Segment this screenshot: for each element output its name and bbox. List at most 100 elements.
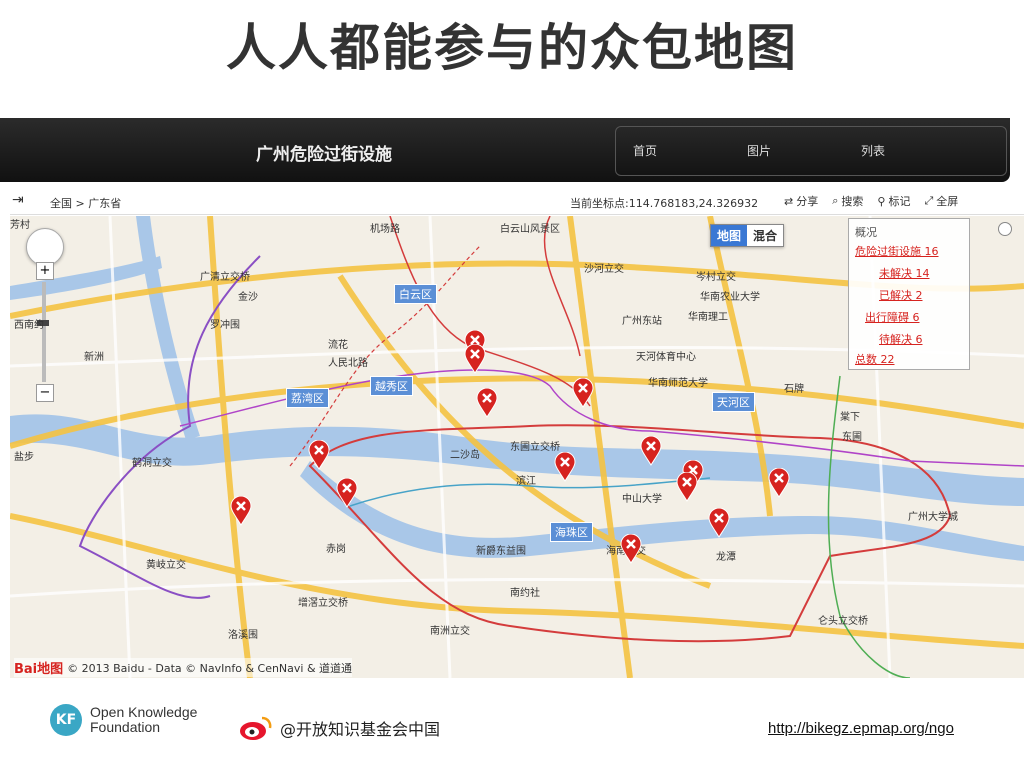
map-tools: ⇄ 分享 ⌕ 搜索 ⚲ 标记 ⤢ 全屏 <box>784 193 958 209</box>
place-label: 华南理工 <box>688 312 728 323</box>
place-label: 新洲 <box>84 352 104 363</box>
place-label: 东圃 <box>842 432 862 443</box>
hazard-marker-icon[interactable] <box>768 468 790 498</box>
place-label: 增滘立交桥 <box>298 598 348 609</box>
place-label: 黄岐立交 <box>146 560 186 571</box>
hazard-marker-icon[interactable] <box>464 344 486 374</box>
search-button[interactable]: ⌕ 搜索 <box>832 193 863 209</box>
map-canvas[interactable]: + − 地图 混合 概况 危险过街设施 16 未解决 14 已解决 2 出行障碍… <box>10 216 1024 678</box>
search-icon: ⌕ <box>832 194 839 207</box>
place-label: 鹤洞立交 <box>132 458 172 469</box>
place-label: 机场路 <box>370 224 400 235</box>
district-label: 白云区 <box>394 284 437 304</box>
coordinate-readout: 当前坐标点:114.768183,24.326932 <box>570 197 759 210</box>
place-label: 赤岗 <box>326 544 346 555</box>
place-label: 东圃立交桥 <box>510 442 560 453</box>
place-label: 龙潭 <box>716 552 736 563</box>
overview-item-unsolved[interactable]: 未解决 14 <box>879 265 930 281</box>
place-label: 新爵东益围 <box>476 546 526 557</box>
share-button[interactable]: ⇄ 分享 <box>784 193 818 209</box>
place-label: 岑村立交 <box>696 272 736 283</box>
nav-link-images[interactable]: 图片 <box>702 142 816 159</box>
map-type-hybrid-button[interactable]: 混合 <box>747 225 784 246</box>
place-label: 华南农业大学 <box>700 292 760 303</box>
hazard-marker-icon[interactable] <box>230 496 252 526</box>
breadcrumb[interactable]: 全国 > 广东省 <box>50 195 121 211</box>
hazard-marker-icon[interactable] <box>336 478 358 508</box>
place-label: 白云山风景区 <box>500 224 560 235</box>
place-label: 棠下 <box>840 412 860 423</box>
overview-item-total[interactable]: 总数 22 <box>855 351 895 367</box>
copyright-text: © 2013 Baidu - Data © NavInfo & CenNavi … <box>67 661 353 675</box>
place-label: 罗冲围 <box>210 320 240 331</box>
hazard-marker-icon[interactable] <box>620 534 642 564</box>
district-label: 天河区 <box>712 392 755 412</box>
place-label: 二沙岛 <box>450 450 480 461</box>
place-label: 华南师范大学 <box>648 378 708 389</box>
place-label: 南洲立交 <box>430 626 470 637</box>
mark-label: 标记 <box>888 195 911 208</box>
search-label: 搜索 <box>841 195 864 208</box>
overview-collapse-icon[interactable] <box>998 222 1012 236</box>
okf-name-line1: Open Knowledge <box>90 704 198 720</box>
okf-name-line2: Foundation <box>90 719 161 735</box>
nav-link-list[interactable]: 列表 <box>816 142 930 159</box>
place-label: 石牌 <box>784 384 804 395</box>
okf-name: Open Knowledge Foundation <box>90 705 197 735</box>
hazard-marker-icon[interactable] <box>708 508 730 538</box>
hazard-marker-icon[interactable] <box>476 388 498 418</box>
place-label: 仑头立交桥 <box>818 616 868 627</box>
place-label: 人民北路 <box>328 358 368 369</box>
zoom-control: + − <box>36 262 54 402</box>
place-label: 盐步 <box>14 452 34 463</box>
fullscreen-icon: ⤢ <box>924 194 934 207</box>
place-label: 洛溪围 <box>228 630 258 641</box>
zoom-in-button[interactable]: + <box>36 262 54 280</box>
nav-links: 首页 图片 列表 <box>588 142 930 159</box>
place-label: 滨江 <box>516 476 536 487</box>
overview-item-pending[interactable]: 待解决 6 <box>879 331 923 347</box>
share-icon: ⇄ <box>784 194 794 208</box>
zoom-slider[interactable] <box>37 282 49 382</box>
place-label: 中山大学 <box>622 494 662 505</box>
nav-link-home[interactable]: 首页 <box>588 142 702 159</box>
pin-icon: ⚲ <box>877 194 886 208</box>
place-label: 芳村 <box>10 220 30 231</box>
collapse-arrow-icon[interactable]: ⇥ <box>12 192 24 208</box>
hazard-marker-icon[interactable] <box>572 378 594 408</box>
map-copyright: Bai地图 © 2013 Baidu - Data © NavInfo & Ce… <box>14 658 353 677</box>
map-type-map-button[interactable]: 地图 <box>711 225 748 246</box>
overview-panel: 概况 危险过街设施 16 未解决 14 已解决 2 出行障碍 6 待解决 6 总… <box>848 218 970 370</box>
map-type-switch: 地图 混合 <box>710 224 785 247</box>
place-label: 广清立交桥 <box>200 272 250 283</box>
zoom-out-button[interactable]: − <box>36 384 54 402</box>
hazard-marker-icon[interactable] <box>308 440 330 470</box>
district-label: 海珠区 <box>550 522 593 542</box>
project-url-link[interactable]: http://bikegz.epmap.org/ngo <box>768 720 954 737</box>
okf-branding: KF Open Knowledge Foundation <box>50 704 197 736</box>
weibo-handle: @开放知识基金会中国 <box>238 714 440 742</box>
hazard-marker-icon[interactable] <box>640 436 662 466</box>
slide-title: 人人都能参与的众包地图 <box>226 19 798 77</box>
pan-control[interactable] <box>26 228 64 266</box>
district-label: 荔湾区 <box>286 388 329 408</box>
overview-title: 概况 <box>855 226 877 239</box>
fullscreen-button[interactable]: ⤢ 全屏 <box>924 193 958 209</box>
place-label: 天河体育中心 <box>636 352 696 363</box>
weibo-icon <box>240 716 272 740</box>
overview-item-solved[interactable]: 已解决 2 <box>879 287 923 303</box>
hazard-marker-icon[interactable] <box>554 452 576 482</box>
mark-button[interactable]: ⚲ 标记 <box>877 193 910 209</box>
share-label: 分享 <box>796 195 819 208</box>
site-navbar: 广州危险过街设施 首页 图片 列表 <box>0 118 1010 182</box>
baidu-logo[interactable]: Bai地图 <box>14 658 63 677</box>
overview-item-obstacle[interactable]: 出行障碍 6 <box>865 309 920 325</box>
overview-item-dangerous[interactable]: 危险过街设施 16 <box>855 243 939 259</box>
okf-logo-icon: KF <box>50 704 82 736</box>
site-title[interactable]: 广州危险过街设施 <box>256 140 392 165</box>
place-label: 南约社 <box>510 588 540 599</box>
hazard-marker-icon[interactable] <box>676 472 698 502</box>
map-toolbar: ⇥ 全国 > 广东省 当前坐标点:114.768183,24.326932 ⇄ 分… <box>10 188 1024 215</box>
district-label: 越秀区 <box>370 376 413 396</box>
fullscreen-label: 全屏 <box>936 195 959 208</box>
